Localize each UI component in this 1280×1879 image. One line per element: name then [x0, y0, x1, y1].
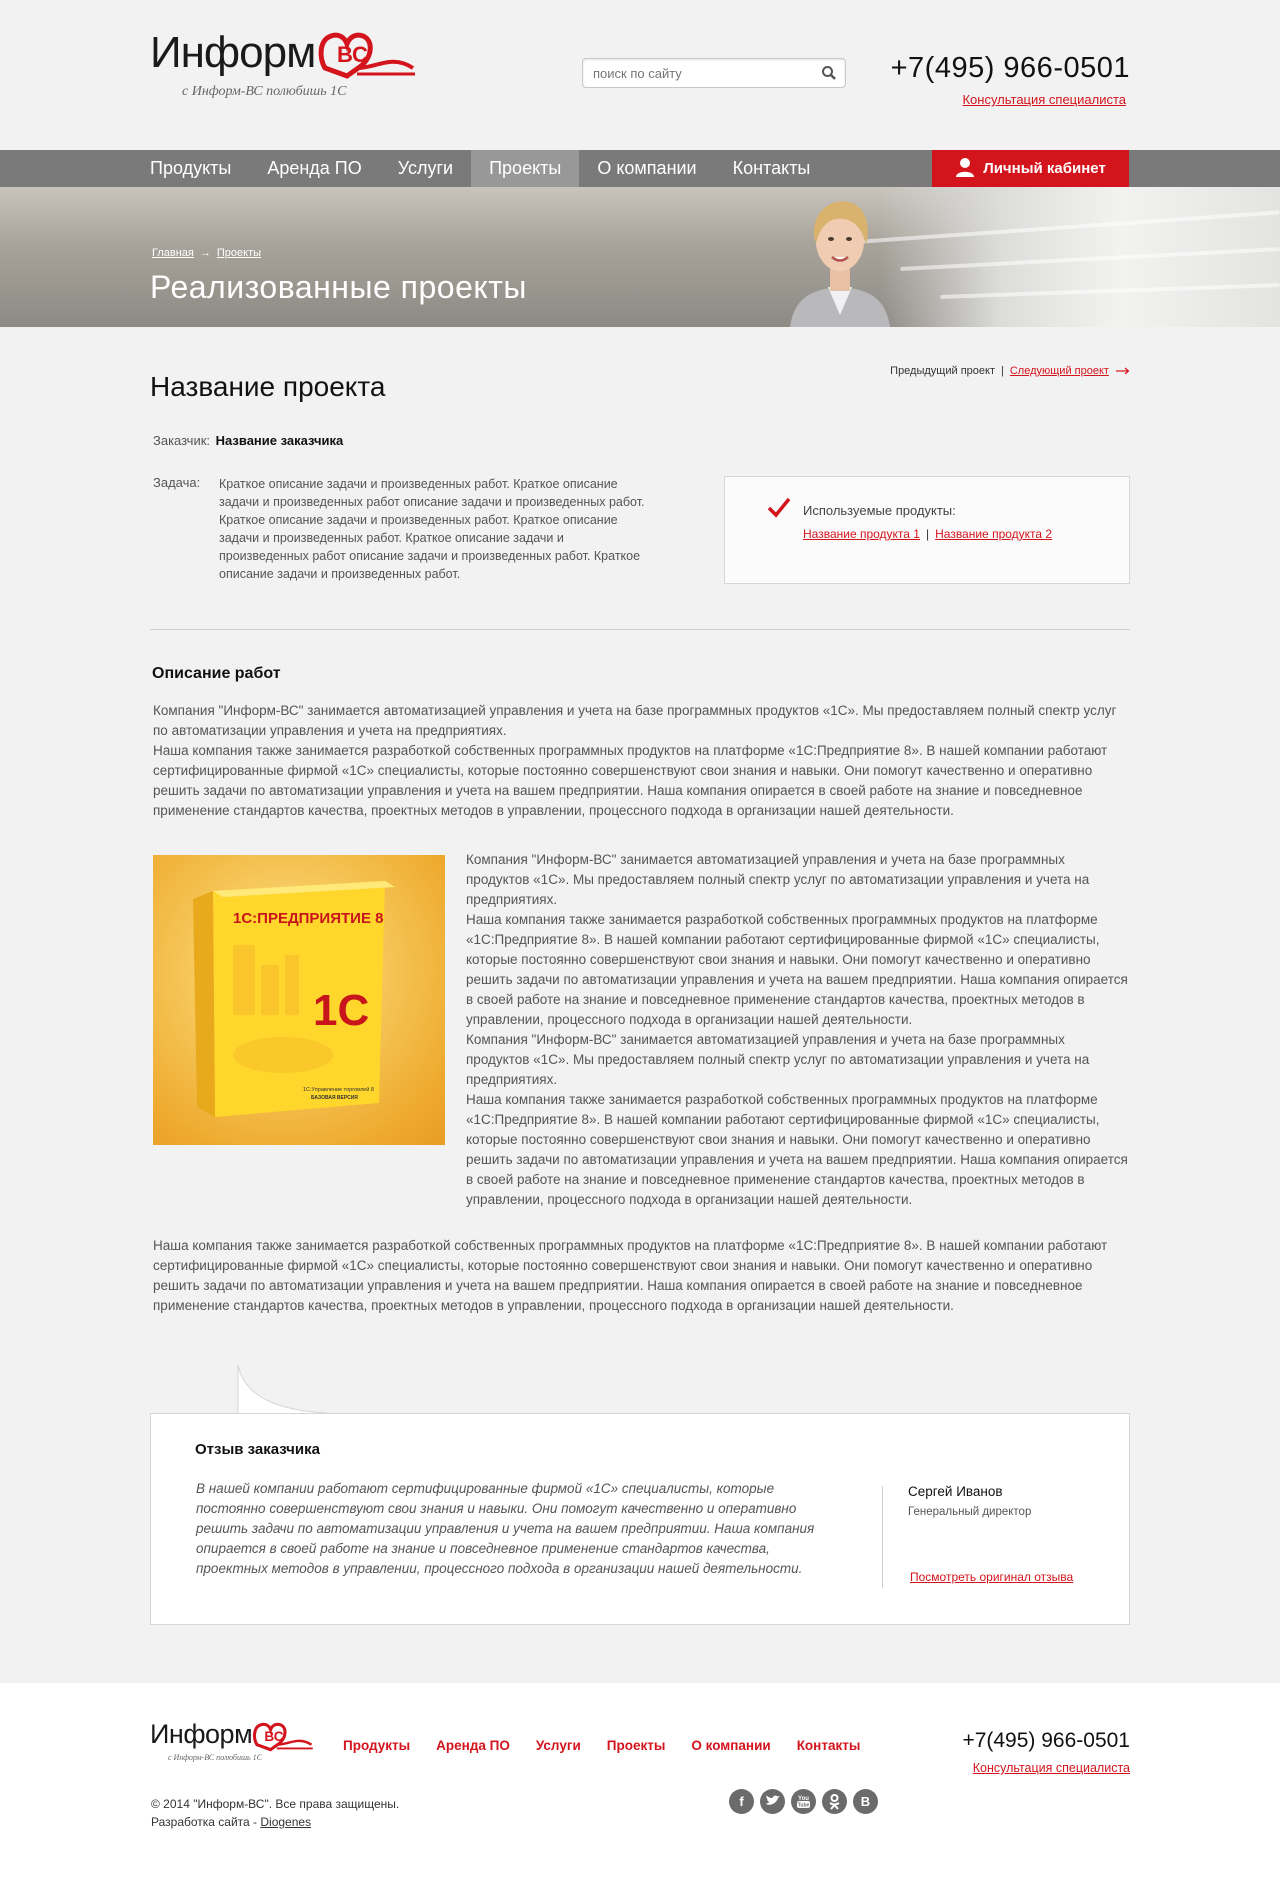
nav-items: Продукты Аренда ПО Услуги Проекты О комп… [132, 150, 828, 187]
copyright-text: © 2014 "Информ-ВС". Все права защищены. [151, 1797, 400, 1811]
nav-item-rent[interactable]: Аренда ПО [249, 150, 379, 187]
personal-cabinet-button[interactable]: Личный кабинет [932, 150, 1129, 187]
works-text: Компания "Информ-ВС" занимается автомати… [466, 1032, 1090, 1087]
nav-item-contacts[interactable]: Контакты [715, 150, 829, 187]
reviewer-name: Сергей Иванов [908, 1484, 1003, 1499]
customer-row: Заказчик: Название заказчика [153, 433, 343, 448]
review-text: В нашей компании работают сертифицирован… [196, 1481, 815, 1576]
search-input[interactable] [583, 59, 803, 87]
next-project-link[interactable]: Следующий проект [1010, 365, 1109, 377]
used-products-links: Название продукта 1 | Название продукта 2 [803, 527, 1052, 541]
used-products-box: Используемые продукты: Название продукта… [724, 476, 1130, 584]
site-logo[interactable]: Информ ВС с Информ-ВС полюбишь 1С [150, 28, 417, 100]
works-title: Описание работ [152, 665, 281, 682]
header-phone: +7(495) 966-0501 [890, 52, 1130, 84]
main-nav: Продукты Аренда ПО Услуги Проекты О комп… [0, 150, 1280, 187]
footer-nav-products[interactable]: Продукты [343, 1738, 410, 1753]
product-link-separator: | [925, 527, 930, 541]
footer-nav-services[interactable]: Услуги [536, 1738, 581, 1753]
works-text: Наша компания также занимается разработк… [466, 912, 1128, 1027]
box-subtitle-1: 1С:Управление торговлей 8 [303, 1086, 374, 1093]
page-title: Реализованные проекты [150, 269, 527, 305]
logo-heart-mark: ВС [318, 32, 416, 79]
svg-text:ВС: ВС [337, 42, 368, 67]
project-pager: Предыдущий проект | Следующий проект [890, 365, 1130, 377]
search-box[interactable] [582, 58, 846, 88]
review-speech-tail [237, 1365, 355, 1415]
breadcrumb: Главная → Проекты [152, 247, 261, 259]
box-logo: 1С [313, 986, 369, 1035]
review-title: Отзыв заказчика [195, 1441, 320, 1458]
user-icon [956, 158, 975, 178]
reviewer-position: Генеральный директор [908, 1506, 1032, 1518]
product-link-2[interactable]: Название продукта 2 [935, 527, 1052, 541]
footer-slogan: с Информ-ВС полюбишь 1С [168, 1753, 262, 1762]
svg-text:Tube: Tube [798, 1803, 810, 1809]
customer-label: Заказчик: [153, 433, 211, 448]
footer-logo-heart-mark: ВС [253, 1722, 313, 1752]
used-products-label: Используемые продукты: [803, 503, 956, 518]
developer-row: Разработка сайта - Diogenes [151, 1813, 399, 1831]
breadcrumb-projects[interactable]: Проекты [217, 247, 261, 259]
works-paragraph-2: Компания "Информ-ВС" занимается автомати… [466, 850, 1130, 1210]
footer-consult-link[interactable]: Консультация специалиста [973, 1761, 1130, 1775]
prev-project-link[interactable]: Предыдущий проект [890, 365, 995, 377]
works-text: Наша компания также занимается разработк… [466, 1092, 1128, 1207]
facebook-icon[interactable]: f [729, 1789, 754, 1814]
odnoklassniki-icon[interactable] [822, 1789, 847, 1814]
arrow-right-icon[interactable] [1116, 367, 1130, 375]
footer-copyright: © 2014 "Информ-ВС". Все права защищены. … [151, 1795, 399, 1831]
youtube-icon[interactable]: You Tube [791, 1789, 816, 1814]
checkmark-icon [767, 497, 791, 518]
nav-item-projects[interactable]: Проекты [471, 150, 580, 187]
customer-name: Название заказчика [215, 433, 344, 448]
nav-item-about[interactable]: О компании [579, 150, 714, 187]
section-divider [150, 629, 1130, 630]
product-box-image: 1С:ПРЕДПРИЯТИЕ 8 1С 1С:Управление торгов… [153, 855, 445, 1145]
task-label: Задача: [153, 475, 201, 490]
site-header: Информ ВС с Информ-ВС полюбишь 1С +7(495… [0, 0, 1280, 150]
review-divider [882, 1486, 883, 1588]
footer-phone: +7(495) 966-0501 [962, 1729, 1130, 1752]
cabinet-label: Личный кабинет [983, 160, 1106, 177]
page-banner: Главная → Проекты Реализованные проекты [0, 187, 1280, 327]
product-link-1[interactable]: Название продукта 1 [803, 527, 920, 541]
nav-item-products[interactable]: Продукты [132, 150, 249, 187]
footer-logo-text: Информ [150, 1719, 253, 1749]
customer-review: Отзыв заказчика В нашей компании работаю… [150, 1413, 1130, 1625]
breadcrumb-home[interactable]: Главная [152, 247, 194, 259]
works-text: Компания "Информ-ВС" занимается автомати… [153, 703, 1117, 738]
developer-label: Разработка сайта - [151, 1815, 261, 1829]
footer-nav-contacts[interactable]: Контакты [797, 1738, 861, 1753]
footer-nav: Продукты Аренда ПО Услуги Проекты О комп… [343, 1738, 886, 1753]
task-text: Краткое описание задачи и произведенных … [219, 477, 645, 581]
social-links: f You Tube B [729, 1789, 878, 1814]
box-title: 1С:ПРЕДПРИЯТИЕ 8 [233, 910, 383, 927]
logo-text: Информ [150, 28, 316, 77]
project-title: Название проекта [150, 371, 386, 402]
vkontakte-icon[interactable]: B [853, 1789, 878, 1814]
footer-nav-about[interactable]: О компании [691, 1738, 770, 1753]
logo-slogan: с Информ-ВС полюбишь 1С [182, 84, 347, 99]
consult-link[interactable]: Консультация специалиста [962, 92, 1126, 107]
banner-person-photo [790, 201, 890, 327]
footer-nav-rent[interactable]: Аренда ПО [436, 1738, 510, 1753]
breadcrumb-arrow-icon: → [199, 247, 211, 259]
works-text: Наша компания также занимается разработк… [153, 743, 1108, 818]
footer-nav-projects[interactable]: Проекты [607, 1738, 666, 1753]
works-text: Компания "Информ-ВС" занимается автомати… [466, 852, 1090, 907]
pager-separator: | [1000, 365, 1004, 377]
nav-item-services[interactable]: Услуги [380, 150, 471, 187]
works-paragraph-1: Компания "Информ-ВС" занимается автомати… [153, 701, 1133, 821]
developer-link[interactable]: Diogenes [260, 1815, 311, 1829]
twitter-icon[interactable] [760, 1789, 785, 1814]
site-footer: Информ ВС с Информ-ВС полюбишь 1С Продук… [0, 1683, 1280, 1879]
review-original-link[interactable]: Посмотреть оригинал отзыва [910, 1570, 1073, 1584]
search-icon[interactable] [821, 65, 837, 81]
works-paragraph-3: Наша компания также занимается разработк… [153, 1238, 1108, 1313]
product-box-illustration: 1С:ПРЕДПРИЯТИЕ 8 1С 1С:Управление торгов… [193, 881, 395, 1117]
box-subtitle-2: БАЗОВАЯ ВЕРСИЯ [311, 1095, 358, 1101]
footer-logo[interactable]: Информ ВС с Информ-ВС полюбишь 1С [150, 1719, 314, 1762]
svg-text:ВС: ВС [265, 1729, 284, 1744]
